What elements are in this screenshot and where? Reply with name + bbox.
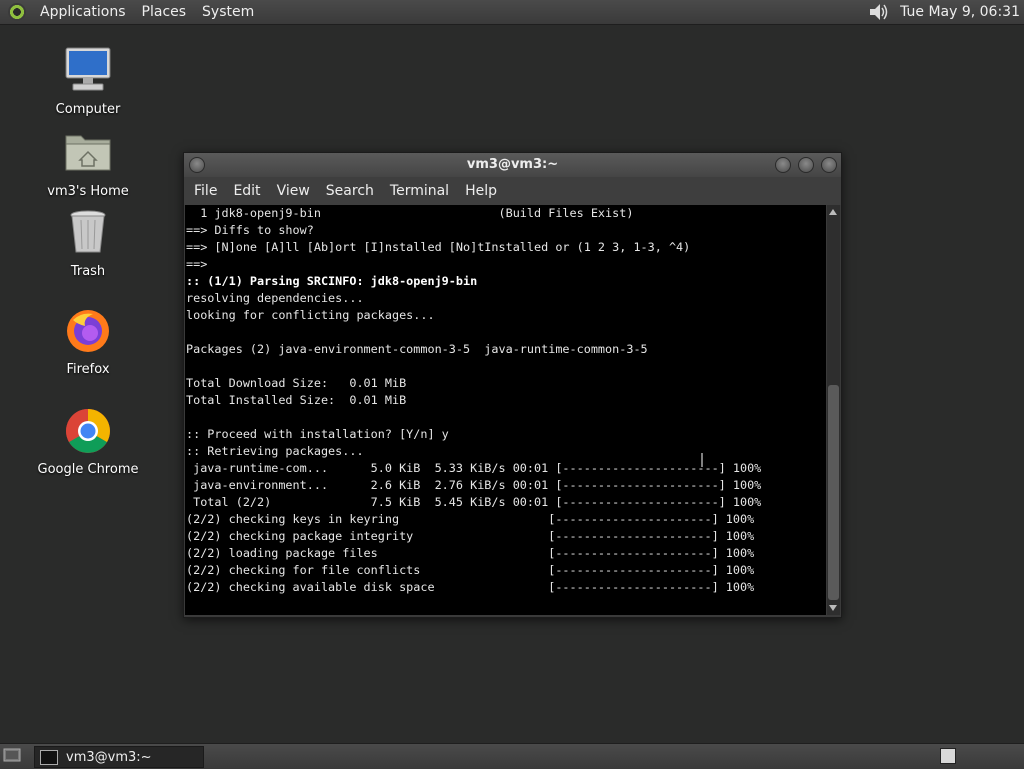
terminal-line: :: Retrieving packages... bbox=[186, 444, 364, 458]
minimize-button[interactable] bbox=[775, 157, 791, 173]
desktop-icon-firefox[interactable]: Firefox bbox=[33, 306, 143, 377]
terminal-line: (2/2) checking for file conflicts [-----… bbox=[186, 563, 755, 577]
menu-terminal[interactable]: Terminal bbox=[382, 183, 457, 199]
distro-logo-icon[interactable] bbox=[8, 3, 26, 21]
menu-view[interactable]: View bbox=[269, 183, 318, 199]
terminal-line: :: Proceed with installation? [Y/n] y bbox=[186, 427, 449, 441]
window-title: vm3@vm3:~ bbox=[466, 157, 559, 172]
terminal-line: resolving dependencies... bbox=[186, 291, 364, 305]
terminal-line: ==> bbox=[186, 257, 208, 271]
terminal-line: ==> [N]one [A]ll [Ab]ort [I]nstalled [No… bbox=[186, 240, 691, 254]
chrome-icon bbox=[66, 409, 110, 453]
terminal-output[interactable]: 1 jdk8-openj9-bin (Build Files Exist) ==>… bbox=[185, 205, 826, 615]
terminal-menubar: File Edit View Search Terminal Help bbox=[184, 177, 841, 205]
home-folder-icon bbox=[65, 135, 111, 171]
show-desktop-icon[interactable] bbox=[3, 748, 21, 764]
scrollbar-thumb[interactable] bbox=[828, 385, 839, 600]
terminal-line: (2/2) checking available disk space [---… bbox=[186, 580, 755, 594]
terminal-line: looking for conflicting packages... bbox=[186, 308, 435, 322]
window-titlebar[interactable]: vm3@vm3:~ bbox=[184, 153, 841, 177]
terminal-line: java-runtime-com... 5.0 KiB 5.33 KiB/s 0… bbox=[186, 461, 762, 475]
desktop-icon-trash[interactable]: Trash bbox=[33, 208, 143, 279]
clock[interactable]: Tue May 9, 06:31 bbox=[900, 4, 1020, 20]
terminal-line: Total (2/2) 7.5 KiB 5.45 KiB/s 00:01 [--… bbox=[186, 495, 762, 509]
terminal-line: (2/2) loading package files [-----------… bbox=[186, 546, 755, 560]
bottom-panel: vm3@vm3:~ bbox=[0, 743, 1024, 769]
desktop-icon-chrome[interactable]: Google Chrome bbox=[33, 406, 143, 477]
terminal-line: 1 jdk8-openj9-bin (Build Files Exist) bbox=[186, 206, 634, 220]
trash-icon bbox=[70, 210, 106, 253]
menu-file[interactable]: File bbox=[186, 183, 225, 199]
terminal-scrollbar[interactable] bbox=[827, 205, 840, 615]
terminal-line: Total Download Size: 0.01 MiB bbox=[186, 376, 407, 390]
close-button[interactable] bbox=[821, 157, 837, 173]
desktop-icon-label: vm3's Home bbox=[47, 184, 129, 199]
taskbar-terminal-button[interactable]: vm3@vm3:~ bbox=[34, 746, 204, 768]
terminal-line: Total Installed Size: 0.01 MiB bbox=[186, 393, 407, 407]
firefox-icon bbox=[67, 310, 109, 352]
terminal-line: (2/2) checking keys in keyring [--------… bbox=[186, 512, 755, 526]
terminal-window[interactable]: vm3@vm3:~ File Edit View Search Terminal… bbox=[183, 152, 842, 618]
desktop-icon-label: Firefox bbox=[66, 362, 110, 377]
terminal-line: (2/2) checking package integrity [------… bbox=[186, 529, 755, 543]
desktop-icon-computer[interactable]: Computer bbox=[33, 46, 143, 117]
scroll-down-icon[interactable] bbox=[829, 605, 837, 611]
computer-icon bbox=[65, 47, 111, 91]
menu-search[interactable]: Search bbox=[318, 183, 382, 199]
terminal-line: Packages (2) java-environment-common-3-5… bbox=[186, 342, 648, 356]
top-panel: Applications Places System Tue May 9, 06… bbox=[0, 0, 1024, 25]
terminal-icon bbox=[40, 749, 58, 765]
terminal-lines: 1 jdk8-openj9-bin (Build Files Exist) ==>… bbox=[185, 205, 826, 596]
desktop-icon-label: Trash bbox=[70, 264, 106, 279]
terminal-line: ==> Diffs to show? bbox=[186, 223, 314, 237]
menu-system[interactable]: System bbox=[194, 0, 262, 24]
terminal-line: java-environment... 2.6 KiB 2.76 KiB/s 0… bbox=[186, 478, 762, 492]
window-menu-icon[interactable] bbox=[189, 157, 205, 173]
volume-icon[interactable] bbox=[868, 2, 890, 22]
menu-help[interactable]: Help bbox=[457, 183, 505, 199]
menu-applications[interactable]: Applications bbox=[32, 0, 134, 24]
desktop-icon-label: Google Chrome bbox=[37, 462, 139, 477]
menu-places[interactable]: Places bbox=[134, 0, 195, 24]
terminal-line: :: (1/1) Parsing SRCINFO: jdk8-openj9-bi… bbox=[186, 274, 478, 288]
workspace-switcher[interactable] bbox=[940, 748, 956, 764]
maximize-button[interactable] bbox=[798, 157, 814, 173]
desktop-icon-label: Computer bbox=[55, 102, 121, 117]
taskbar-button-label: vm3@vm3:~ bbox=[66, 749, 152, 765]
scroll-up-icon[interactable] bbox=[829, 209, 837, 215]
menu-edit[interactable]: Edit bbox=[225, 183, 268, 199]
text-cursor-icon bbox=[701, 453, 703, 467]
desktop-icon-home[interactable]: vm3's Home bbox=[33, 128, 143, 199]
